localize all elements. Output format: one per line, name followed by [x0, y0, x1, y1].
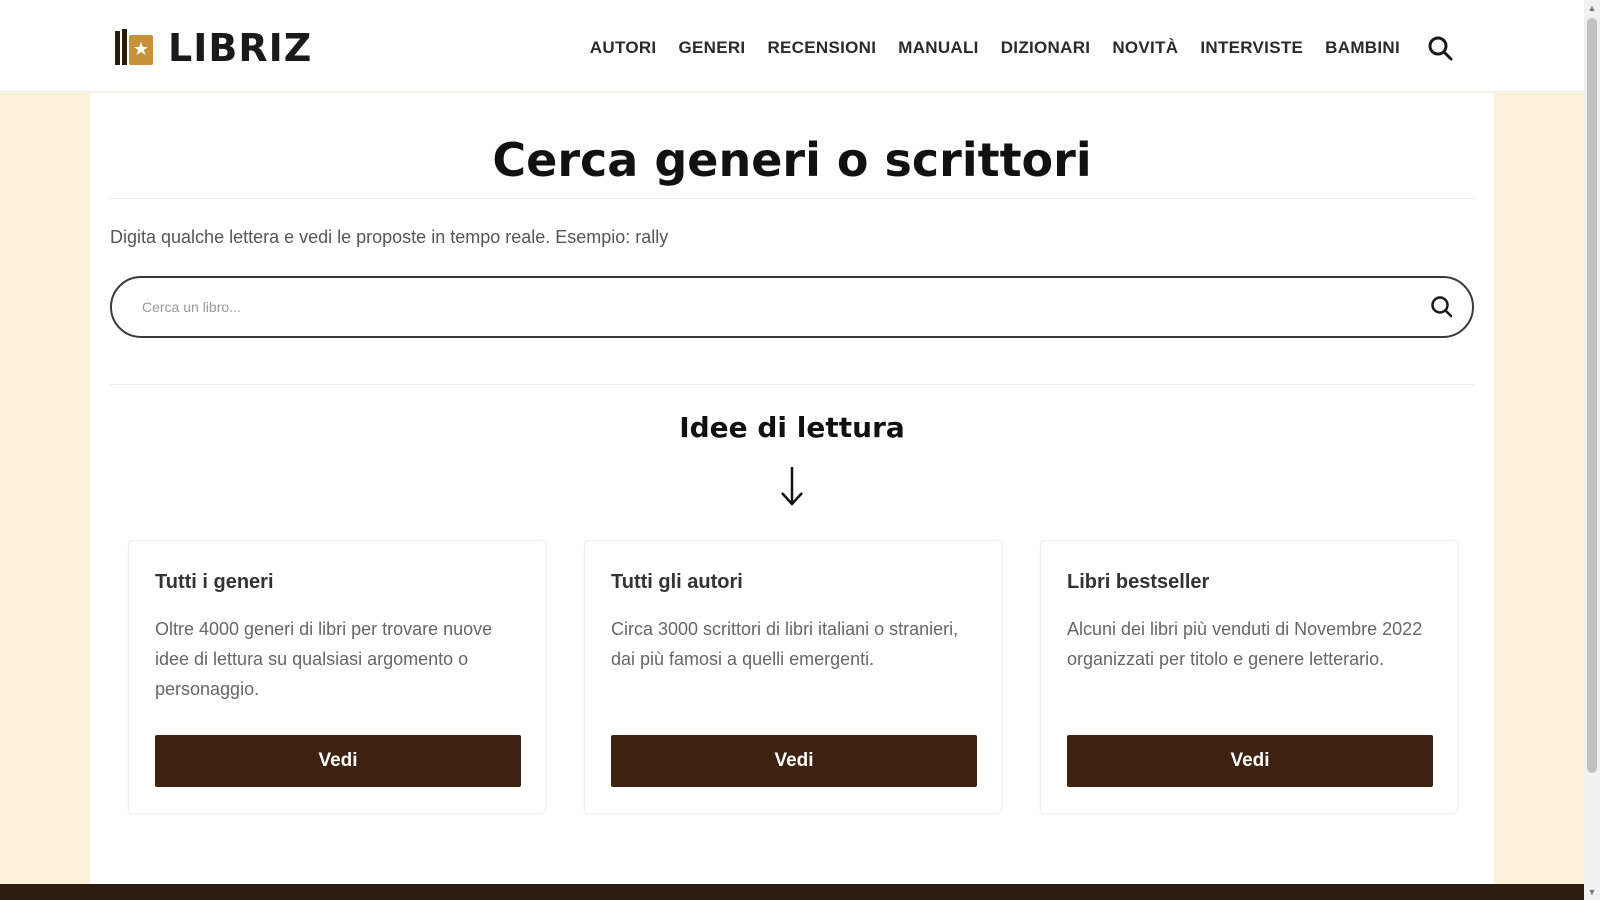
logo-text: LIBRIZ [168, 26, 313, 70]
nav-item-autori[interactable]: AUTORI [590, 38, 657, 58]
card-bestseller: Libri bestseller Alcuni dei libri più ve… [1040, 540, 1458, 814]
card-title: Libri bestseller [1067, 571, 1210, 593]
scroll-up-icon[interactable]: ▲ [1584, 0, 1600, 16]
vedi-autori-button[interactable]: Vedi [611, 735, 977, 787]
scrollbar[interactable]: ▲ ▼ [1584, 0, 1600, 900]
page-title: Cerca generi o scrittori [492, 133, 1092, 187]
arrow-down-icon [781, 467, 803, 506]
site-logo[interactable]: LIBRIZ [114, 26, 312, 70]
nav-item-bambini[interactable]: BAMBINI [1325, 38, 1400, 58]
vedi-generi-button[interactable]: Vedi [155, 735, 521, 787]
vedi-bestseller-button[interactable]: Vedi [1067, 735, 1433, 787]
card-description: Alcuni dei libri più venduti di Novembre… [1067, 619, 1423, 669]
nav-item-generi[interactable]: GENERI [678, 38, 745, 58]
divider [110, 384, 1474, 385]
card-title: Tutti gli autori [611, 571, 743, 593]
nav-item-interviste[interactable]: INTERVISTE [1200, 38, 1303, 58]
divider [110, 198, 1474, 199]
scroll-thumb[interactable] [1587, 18, 1597, 773]
search-input[interactable] [142, 299, 1428, 315]
main-nav: AUTORI GENERI RECENSIONI MANUALI DIZIONA… [590, 34, 1454, 62]
card-description: Circa 3000 scrittori di libri italiani o… [611, 619, 959, 669]
reading-ideas-cards: Tutti i generi Oltre 4000 generi di libr… [128, 540, 1458, 814]
nav-item-dizionari[interactable]: DIZIONARI [1001, 38, 1091, 58]
main-content: Cerca generi o scrittori Digita qualche … [90, 93, 1494, 885]
card-title: Tutti i generi [155, 571, 274, 593]
search-icon[interactable] [1426, 34, 1454, 62]
nav-item-manuali[interactable]: MANUALI [898, 38, 978, 58]
nav-item-novita[interactable]: NOVITÀ [1112, 38, 1178, 58]
search-hint: Digita qualche lettera e vedi le propost… [110, 227, 669, 247]
site-header: LIBRIZ AUTORI GENERI RECENSIONI MANUALI … [0, 0, 1584, 92]
book-logo-icon [115, 29, 153, 65]
card-autori: Tutti gli autori Circa 3000 scrittori di… [584, 540, 1002, 814]
nav-item-recensioni[interactable]: RECENSIONI [767, 38, 876, 58]
scroll-down-icon[interactable]: ▼ [1584, 884, 1600, 900]
card-generi: Tutti i generi Oltre 4000 generi di libr… [128, 540, 546, 814]
search-icon[interactable] [1428, 293, 1456, 321]
site-footer [0, 884, 1584, 900]
section-title: Idee di lettura [679, 411, 905, 444]
search-box [110, 276, 1474, 338]
card-description: Oltre 4000 generi di libri per trovare n… [155, 619, 493, 699]
